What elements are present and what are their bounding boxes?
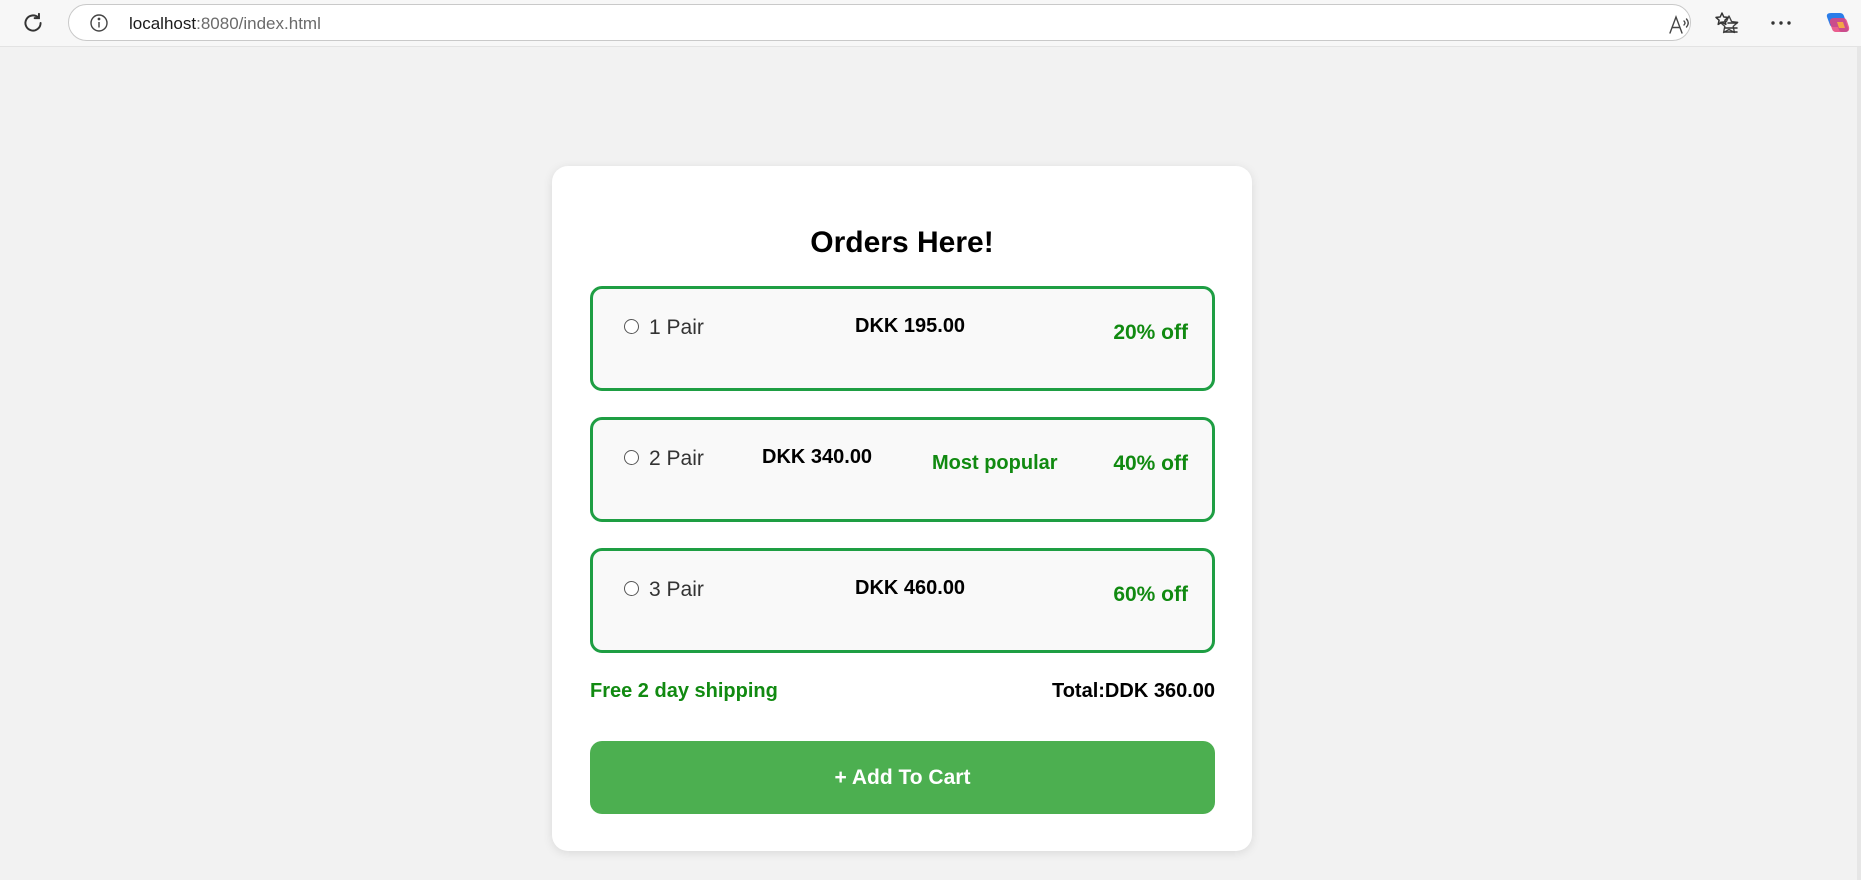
read-aloud-icon[interactable] [1667, 14, 1691, 36]
page-scrollbar[interactable] [1857, 47, 1861, 880]
option-2-pair[interactable]: 2 Pair DKK 340.00 Most popular 40% off [590, 417, 1215, 522]
option-price: DKK 460.00 [855, 577, 966, 599]
order-total: Total:DDK 360.00 [1051, 680, 1215, 702]
reload-icon[interactable] [20, 10, 46, 36]
option-discount: 60% off [1113, 583, 1188, 606]
option-3-radio[interactable] [624, 581, 639, 596]
favorites-list-icon[interactable] [1714, 10, 1740, 36]
option-1-radio[interactable] [624, 319, 639, 334]
url-host: localhost [129, 14, 197, 33]
copilot-icon[interactable] [1822, 8, 1852, 38]
browser-toolbar: localhost:8080/index.html [0, 0, 1861, 47]
option-label: 2 Pair [649, 447, 704, 470]
info-icon[interactable] [89, 13, 109, 33]
option-2-radio[interactable] [624, 450, 639, 465]
option-price: DKK 340.00 [762, 446, 873, 468]
url-path: :8080/index.html [196, 14, 321, 33]
add-to-cart-button[interactable]: + Add To Cart [590, 741, 1215, 814]
option-label: 3 Pair [649, 578, 704, 601]
option-label: 1 Pair [649, 316, 704, 339]
option-1-pair[interactable]: 1 Pair DKK 195.00 20% off [590, 286, 1215, 391]
order-card: Orders Here! 1 Pair DKK 195.00 20% off 2… [552, 166, 1252, 851]
url-text[interactable]: localhost:8080/index.html [129, 14, 321, 34]
option-3-pair[interactable]: 3 Pair DKK 460.00 60% off [590, 548, 1215, 653]
option-price: DKK 195.00 [855, 315, 966, 337]
most-popular-badge: Most popular [932, 452, 1058, 474]
shipping-info: Free 2 day shipping [590, 680, 778, 702]
option-discount: 20% off [1113, 321, 1188, 344]
option-discount: 40% off [1113, 452, 1188, 475]
page-title: Orders Here! [810, 226, 994, 259]
more-icon[interactable] [1768, 10, 1794, 36]
address-bar[interactable]: localhost:8080/index.html [68, 4, 1739, 41]
